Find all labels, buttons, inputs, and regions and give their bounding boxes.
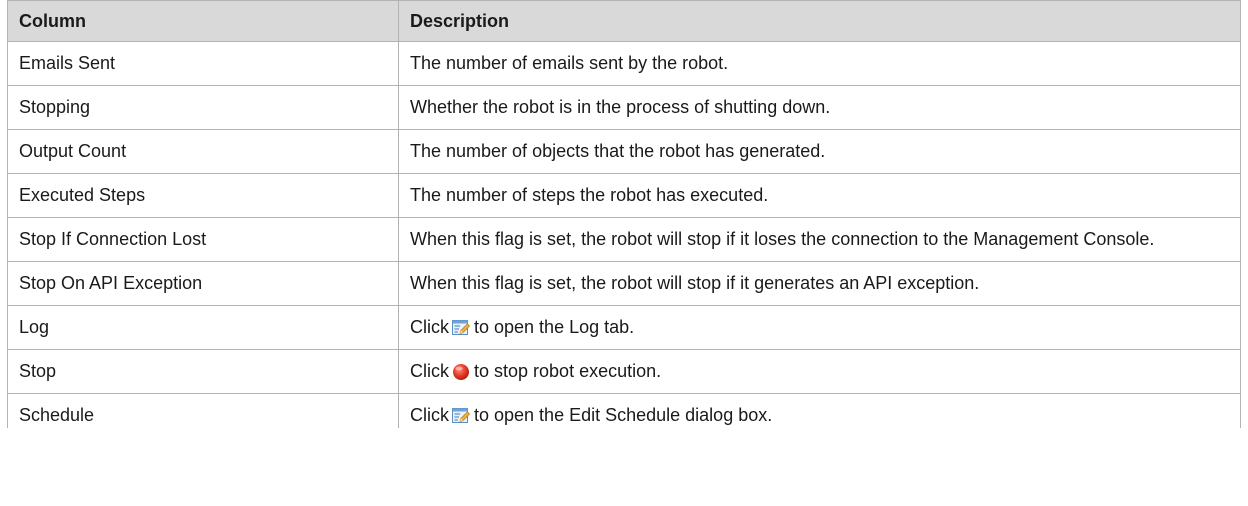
table-row: Stop On API Exception When this flag is … (7, 261, 1241, 306)
table-row: Stop If Connection Lost When this flag i… (7, 217, 1241, 262)
table-row: Schedule Click to open the Edit Schedule … (7, 393, 1241, 428)
table-row: Stop Click to stop robot execution. (7, 349, 1241, 394)
column-name: Stopping (7, 85, 399, 130)
column-description: The number of objects that the robot has… (398, 129, 1241, 174)
column-description: Click to stop robot execution. (398, 349, 1241, 394)
table-row: Log Click to open the Log tab. (7, 305, 1241, 350)
column-description: When this flag is set, the robot will st… (398, 261, 1241, 306)
edit-icon[interactable] (451, 317, 471, 337)
description-suffix: to open the Edit Schedule dialog box. (474, 405, 773, 425)
table-row: Output Count The number of objects that … (7, 129, 1241, 174)
column-description: The number of steps the robot has execut… (398, 173, 1241, 218)
columns-table: Column Description Emails Sent The numbe… (7, 0, 1241, 428)
column-name: Schedule (7, 393, 399, 428)
column-name: Log (7, 305, 399, 350)
column-description: Click to open the Log tab. (398, 305, 1241, 350)
column-description: Click to open the Edit Schedule dialog bo… (398, 393, 1241, 428)
column-description: The number of emails sent by the robot. (398, 41, 1241, 86)
column-name: Emails Sent (7, 41, 399, 86)
table-row: Executed Steps The number of steps the r… (7, 173, 1241, 218)
column-name: Stop On API Exception (7, 261, 399, 306)
column-name: Output Count (7, 129, 399, 174)
edit-icon[interactable] (451, 405, 471, 425)
description-header: Description (398, 0, 1241, 42)
column-name: Stop If Connection Lost (7, 217, 399, 262)
table-row: Stopping Whether the robot is in the pro… (7, 85, 1241, 130)
description-prefix: Click (410, 361, 449, 381)
column-description: When this flag is set, the robot will st… (398, 217, 1241, 262)
description-prefix: Click (410, 405, 449, 425)
description-suffix: to open the Log tab. (474, 317, 635, 337)
description-prefix: Click (410, 317, 449, 337)
column-name: Stop (7, 349, 399, 394)
column-description: Whether the robot is in the process of s… (398, 85, 1241, 130)
column-header: Column (7, 0, 399, 42)
table-header-row: Column Description (7, 0, 1241, 42)
table-row: Emails Sent The number of emails sent by… (7, 41, 1241, 86)
column-name: Executed Steps (7, 173, 399, 218)
description-suffix: to stop robot execution. (474, 361, 662, 381)
stop-icon[interactable] (451, 361, 471, 381)
